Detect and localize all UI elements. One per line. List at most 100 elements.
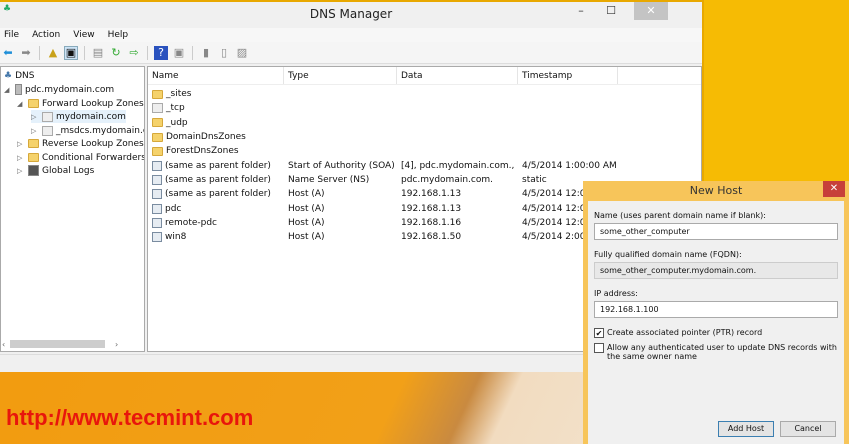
row-data: 192.168.1.16 — [401, 217, 462, 228]
list-row[interactable]: ForestDnsZones — [148, 144, 701, 158]
row-name: (same as parent folder) — [165, 160, 271, 171]
new-host-dialog: New Host ✕ Name (uses parent domain name… — [583, 181, 849, 444]
row-data: 192.168.1.50 — [401, 232, 462, 243]
tree-node-mydomain[interactable]: ▷ mydomain.com — [31, 110, 126, 123]
list-header: Name Type Data Timestamp — [148, 67, 701, 85]
cell-name: _tcp — [148, 103, 284, 114]
cell-name: DomainDnsZones — [148, 132, 284, 142]
refresh-icon[interactable]: ↻ — [109, 46, 123, 60]
row-type: Start of Authority (SOA) — [288, 160, 395, 171]
tree-label: Reverse Lookup Zones — [42, 138, 144, 149]
cell-name: pdc — [148, 203, 284, 214]
row-type: Host (A) — [288, 232, 325, 243]
menu-action[interactable]: Action — [31, 28, 66, 42]
scroll-right-icon[interactable]: › — [115, 340, 118, 349]
forward-arrow-icon[interactable]: ➡ — [19, 46, 33, 60]
minimize-button[interactable]: – — [566, 2, 596, 20]
row-name: (same as parent folder) — [165, 174, 271, 185]
collapse-arrow-icon[interactable]: ◢ — [17, 100, 25, 108]
tree-label: DNS — [15, 70, 35, 81]
allow-update-checkbox[interactable] — [594, 343, 604, 353]
help-icon[interactable]: ? — [154, 45, 168, 60]
console-window-icon[interactable]: ▣ — [172, 46, 186, 60]
desktop-background — [704, 0, 849, 181]
expand-arrow-icon[interactable]: ▷ — [17, 140, 25, 148]
tree-node-dns[interactable]: ♣ DNS — [4, 69, 34, 82]
expand-arrow-icon[interactable]: ▷ — [17, 154, 25, 162]
cancel-button[interactable]: Cancel — [780, 421, 836, 437]
cell-name: remote-pdc — [148, 217, 284, 228]
name-input[interactable]: some_other_computer — [594, 223, 838, 240]
list-row[interactable]: _udp — [148, 116, 701, 130]
toolbar-separator — [39, 45, 40, 60]
ptr-checkbox[interactable]: ✔ — [594, 328, 604, 338]
row-type: Host (A) — [288, 189, 325, 200]
expand-arrow-icon[interactable]: ▷ — [17, 167, 25, 175]
expand-arrow-icon[interactable]: ▷ — [31, 113, 39, 121]
tree-label: Global Logs — [42, 165, 95, 176]
folder-icon — [28, 153, 39, 162]
back-arrow-icon[interactable]: ⬅ — [1, 46, 15, 60]
properties-icon[interactable]: ▤ — [91, 46, 105, 60]
cell-name: (same as parent folder) — [148, 189, 284, 200]
folder-icon — [152, 132, 163, 142]
row-name: _sites — [166, 89, 192, 100]
row-name: _udp — [166, 117, 188, 128]
server-icon[interactable]: ▮ — [199, 46, 213, 60]
ptr-label[interactable]: Create associated pointer (PTR) record — [607, 328, 762, 337]
expand-arrow-icon[interactable]: ▷ — [31, 127, 39, 135]
allow-update-label[interactable]: Allow any authenticated user to update D… — [607, 343, 838, 361]
list-row[interactable]: _tcp — [148, 101, 701, 115]
cell-name: (same as parent folder) — [148, 160, 284, 171]
tree-node-global-logs[interactable]: ▷ Global Logs — [17, 164, 94, 177]
tree-label: pdc.mydomain.com — [25, 84, 115, 95]
maximize-button[interactable]: ☐ — [596, 2, 626, 20]
tree-node-server[interactable]: ◢ pdc.mydomain.com — [4, 83, 114, 96]
tree-node-conditional-forwarders[interactable]: ▷ Conditional Forwarders — [17, 151, 145, 164]
scroll-thumb[interactable] — [10, 340, 105, 348]
menu-view[interactable]: View — [72, 28, 100, 42]
zone-icon[interactable]: ▨ — [235, 46, 249, 60]
column-data[interactable]: Data — [397, 67, 518, 84]
row-name: pdc — [165, 203, 182, 214]
tree-label: Conditional Forwarders — [42, 152, 145, 163]
list-row[interactable]: (same as parent folder) Start of Authori… — [148, 158, 701, 172]
dialog-close-button[interactable]: ✕ — [823, 181, 845, 197]
row-name: win8 — [165, 232, 187, 243]
row-data: [4], pdc.mydomain.com., ... — [401, 160, 518, 171]
menu-bar: File Action View Help — [0, 28, 702, 42]
close-button[interactable]: ✕ — [634, 2, 668, 20]
tree-horizontal-scrollbar[interactable]: ‹ › — [1, 339, 144, 349]
tree-label: mydomain.com — [56, 111, 126, 122]
row-data: pdc.mydomain.com. — [401, 174, 493, 185]
folder-icon — [28, 139, 39, 148]
export-list-icon[interactable]: ⇨ — [127, 46, 141, 60]
tree-node-reverse-lookup-zones[interactable]: ▷ Reverse Lookup Zones — [17, 137, 144, 150]
column-name[interactable]: Name — [148, 67, 284, 84]
zone-icon — [42, 125, 53, 136]
server-list-icon[interactable]: ▯ — [217, 46, 231, 60]
menu-help[interactable]: Help — [107, 28, 135, 42]
fqdn-label: Fully qualified domain name (FQDN): — [594, 250, 742, 259]
show-hide-tree-icon[interactable]: ▣ — [64, 45, 78, 60]
list-row[interactable]: DomainDnsZones — [148, 130, 701, 144]
name-label: Name (uses parent domain name if blank): — [594, 211, 766, 220]
up-folder-icon[interactable]: ▲ — [46, 46, 60, 60]
row-type: Host (A) — [288, 203, 325, 214]
column-timestamp[interactable]: Timestamp — [518, 67, 618, 84]
tree-node-msdcs[interactable]: ▷ _msdcs.mydomain.co — [31, 124, 144, 137]
tree-node-forward-lookup-zones[interactable]: ◢ Forward Lookup Zones — [17, 97, 144, 110]
toolbar-separator — [84, 45, 85, 60]
scroll-left-icon[interactable]: ‹ — [2, 340, 5, 349]
add-host-button[interactable]: Add Host — [718, 421, 774, 437]
row-name: ForestDnsZones — [166, 146, 239, 157]
menu-file[interactable]: File — [3, 28, 25, 42]
fqdn-field: some_other_computer.mydomain.com. — [594, 262, 838, 279]
ip-address-input[interactable]: 192.168.1.100 — [594, 301, 838, 318]
row-data: 192.168.1.13 — [401, 189, 462, 200]
column-type[interactable]: Type — [284, 67, 397, 84]
dns-icon: ♣ — [4, 70, 13, 81]
record-icon — [152, 160, 162, 171]
collapse-arrow-icon[interactable]: ◢ — [4, 86, 12, 94]
list-row[interactable]: _sites — [148, 87, 701, 101]
